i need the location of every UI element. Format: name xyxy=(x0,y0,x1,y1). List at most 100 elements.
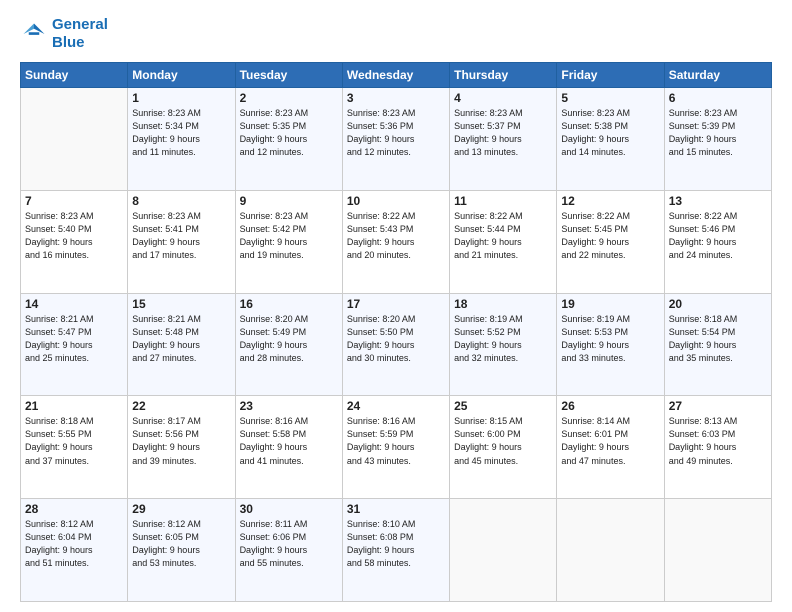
day-info: Sunrise: 8:19 AM Sunset: 5:52 PM Dayligh… xyxy=(454,313,552,365)
day-number: 28 xyxy=(25,502,123,516)
day-info: Sunrise: 8:22 AM Sunset: 5:45 PM Dayligh… xyxy=(561,210,659,262)
day-number: 7 xyxy=(25,194,123,208)
calendar-cell: 9 Sunrise: 8:23 AM Sunset: 5:42 PM Daylig… xyxy=(235,190,342,293)
day-info: Sunrise: 8:17 AM Sunset: 5:56 PM Dayligh… xyxy=(132,415,230,467)
calendar-cell xyxy=(557,499,664,602)
day-number: 30 xyxy=(240,502,338,516)
calendar-cell: 16 Sunrise: 8:20 AM Sunset: 5:49 PM Dayli… xyxy=(235,293,342,396)
day-info: Sunrise: 8:16 AM Sunset: 5:59 PM Dayligh… xyxy=(347,415,445,467)
logo: General Blue xyxy=(20,16,108,52)
day-number: 14 xyxy=(25,297,123,311)
calendar-cell: 27 Sunrise: 8:13 AM Sunset: 6:03 PM Dayli… xyxy=(664,396,771,499)
calendar-cell: 31 Sunrise: 8:10 AM Sunset: 6:08 PM Dayli… xyxy=(342,499,449,602)
calendar-cell: 11Sunrise: 8:22 AM Sunset: 5:44 PM Dayli… xyxy=(450,190,557,293)
calendar-cell: 13 Sunrise: 8:22 AM Sunset: 5:46 PM Dayli… xyxy=(664,190,771,293)
day-info: Sunrise: 8:21 AM Sunset: 5:47 PM Dayligh… xyxy=(25,313,123,365)
weekday-header: Saturday xyxy=(664,63,771,88)
day-info: Sunrise: 8:23 AM Sunset: 5:40 PM Dayligh… xyxy=(25,210,123,262)
day-info: Sunrise: 8:11 AM Sunset: 6:06 PM Dayligh… xyxy=(240,518,338,570)
calendar-cell: 21Sunrise: 8:18 AM Sunset: 5:55 PM Dayli… xyxy=(21,396,128,499)
calendar-cell: 3 Sunrise: 8:23 AM Sunset: 5:36 PM Daylig… xyxy=(342,88,449,191)
calendar-cell: 24 Sunrise: 8:16 AM Sunset: 5:59 PM Dayli… xyxy=(342,396,449,499)
day-info: Sunrise: 8:22 AM Sunset: 5:43 PM Dayligh… xyxy=(347,210,445,262)
calendar-cell: 10 Sunrise: 8:22 AM Sunset: 5:43 PM Dayli… xyxy=(342,190,449,293)
day-number: 31 xyxy=(347,502,445,516)
day-info: Sunrise: 8:19 AM Sunset: 5:53 PM Dayligh… xyxy=(561,313,659,365)
day-info: Sunrise: 8:23 AM Sunset: 5:36 PM Dayligh… xyxy=(347,107,445,159)
day-info: Sunrise: 8:22 AM Sunset: 5:46 PM Dayligh… xyxy=(669,210,767,262)
calendar-cell: 19 Sunrise: 8:19 AM Sunset: 5:53 PM Dayli… xyxy=(557,293,664,396)
day-number: 13 xyxy=(669,194,767,208)
day-info: Sunrise: 8:23 AM Sunset: 5:39 PM Dayligh… xyxy=(669,107,767,159)
day-info: Sunrise: 8:12 AM Sunset: 6:05 PM Dayligh… xyxy=(132,518,230,570)
day-info: Sunrise: 8:20 AM Sunset: 5:49 PM Dayligh… xyxy=(240,313,338,365)
day-info: Sunrise: 8:23 AM Sunset: 5:38 PM Dayligh… xyxy=(561,107,659,159)
day-number: 5 xyxy=(561,91,659,105)
day-number: 8 xyxy=(132,194,230,208)
logo-icon xyxy=(20,20,48,48)
calendar-header-row: SundayMondayTuesdayWednesdayThursdayFrid… xyxy=(21,63,772,88)
day-number: 6 xyxy=(669,91,767,105)
day-number: 15 xyxy=(132,297,230,311)
day-number: 3 xyxy=(347,91,445,105)
day-info: Sunrise: 8:12 AM Sunset: 6:04 PM Dayligh… xyxy=(25,518,123,570)
calendar-cell: 12 Sunrise: 8:22 AM Sunset: 5:45 PM Dayli… xyxy=(557,190,664,293)
calendar-cell: 1Sunrise: 8:23 AM Sunset: 5:34 PM Daylig… xyxy=(128,88,235,191)
calendar-week-row: 14 Sunrise: 8:21 AM Sunset: 5:47 PM Dayli… xyxy=(21,293,772,396)
calendar-cell: 29 Sunrise: 8:12 AM Sunset: 6:05 PM Dayli… xyxy=(128,499,235,602)
day-number: 4 xyxy=(454,91,552,105)
day-number: 10 xyxy=(347,194,445,208)
day-number: 25 xyxy=(454,399,552,413)
page: General Blue SundayMondayTuesdayWednesda… xyxy=(0,0,792,612)
calendar-week-row: 21Sunrise: 8:18 AM Sunset: 5:55 PM Dayli… xyxy=(21,396,772,499)
calendar-cell: 7 Sunrise: 8:23 AM Sunset: 5:40 PM Daylig… xyxy=(21,190,128,293)
day-info: Sunrise: 8:23 AM Sunset: 5:34 PM Dayligh… xyxy=(132,107,230,159)
weekday-header: Friday xyxy=(557,63,664,88)
day-number: 12 xyxy=(561,194,659,208)
weekday-header: Monday xyxy=(128,63,235,88)
calendar-cell: 6 Sunrise: 8:23 AM Sunset: 5:39 PM Daylig… xyxy=(664,88,771,191)
calendar-cell xyxy=(450,499,557,602)
day-number: 24 xyxy=(347,399,445,413)
day-number: 22 xyxy=(132,399,230,413)
calendar-cell: 18Sunrise: 8:19 AM Sunset: 5:52 PM Dayli… xyxy=(450,293,557,396)
day-number: 16 xyxy=(240,297,338,311)
day-number: 23 xyxy=(240,399,338,413)
calendar-cell: 25 Sunrise: 8:15 AM Sunset: 6:00 PM Dayli… xyxy=(450,396,557,499)
weekday-header: Thursday xyxy=(450,63,557,88)
day-info: Sunrise: 8:13 AM Sunset: 6:03 PM Dayligh… xyxy=(669,415,767,467)
day-info: Sunrise: 8:16 AM Sunset: 5:58 PM Dayligh… xyxy=(240,415,338,467)
calendar-week-row: 7 Sunrise: 8:23 AM Sunset: 5:40 PM Daylig… xyxy=(21,190,772,293)
calendar-cell: 22 Sunrise: 8:17 AM Sunset: 5:56 PM Dayli… xyxy=(128,396,235,499)
day-number: 20 xyxy=(669,297,767,311)
weekday-header: Tuesday xyxy=(235,63,342,88)
day-number: 2 xyxy=(240,91,338,105)
calendar-cell: 30 Sunrise: 8:11 AM Sunset: 6:06 PM Dayli… xyxy=(235,499,342,602)
day-info: Sunrise: 8:18 AM Sunset: 5:55 PM Dayligh… xyxy=(25,415,123,467)
day-number: 29 xyxy=(132,502,230,516)
day-info: Sunrise: 8:10 AM Sunset: 6:08 PM Dayligh… xyxy=(347,518,445,570)
day-info: Sunrise: 8:23 AM Sunset: 5:35 PM Dayligh… xyxy=(240,107,338,159)
calendar-cell xyxy=(664,499,771,602)
day-info: Sunrise: 8:20 AM Sunset: 5:50 PM Dayligh… xyxy=(347,313,445,365)
day-number: 11 xyxy=(454,194,552,208)
calendar-cell: 4 Sunrise: 8:23 AM Sunset: 5:37 PM Daylig… xyxy=(450,88,557,191)
day-info: Sunrise: 8:23 AM Sunset: 5:42 PM Dayligh… xyxy=(240,210,338,262)
day-number: 19 xyxy=(561,297,659,311)
header: General Blue xyxy=(20,16,772,52)
calendar-cell: 2 Sunrise: 8:23 AM Sunset: 5:35 PM Daylig… xyxy=(235,88,342,191)
day-info: Sunrise: 8:23 AM Sunset: 5:37 PM Dayligh… xyxy=(454,107,552,159)
calendar-cell: 15Sunrise: 8:21 AM Sunset: 5:48 PM Dayli… xyxy=(128,293,235,396)
calendar-cell: 23 Sunrise: 8:16 AM Sunset: 5:58 PM Dayli… xyxy=(235,396,342,499)
day-number: 27 xyxy=(669,399,767,413)
calendar-cell: 14 Sunrise: 8:21 AM Sunset: 5:47 PM Dayli… xyxy=(21,293,128,396)
day-number: 9 xyxy=(240,194,338,208)
calendar-cell: 5 Sunrise: 8:23 AM Sunset: 5:38 PM Daylig… xyxy=(557,88,664,191)
calendar-cell: 8 Sunrise: 8:23 AM Sunset: 5:41 PM Daylig… xyxy=(128,190,235,293)
day-info: Sunrise: 8:15 AM Sunset: 6:00 PM Dayligh… xyxy=(454,415,552,467)
calendar-cell: 28 Sunrise: 8:12 AM Sunset: 6:04 PM Dayli… xyxy=(21,499,128,602)
day-info: Sunrise: 8:23 AM Sunset: 5:41 PM Dayligh… xyxy=(132,210,230,262)
calendar-week-row: 28 Sunrise: 8:12 AM Sunset: 6:04 PM Dayli… xyxy=(21,499,772,602)
logo-text: General Blue xyxy=(52,16,108,52)
day-number: 26 xyxy=(561,399,659,413)
